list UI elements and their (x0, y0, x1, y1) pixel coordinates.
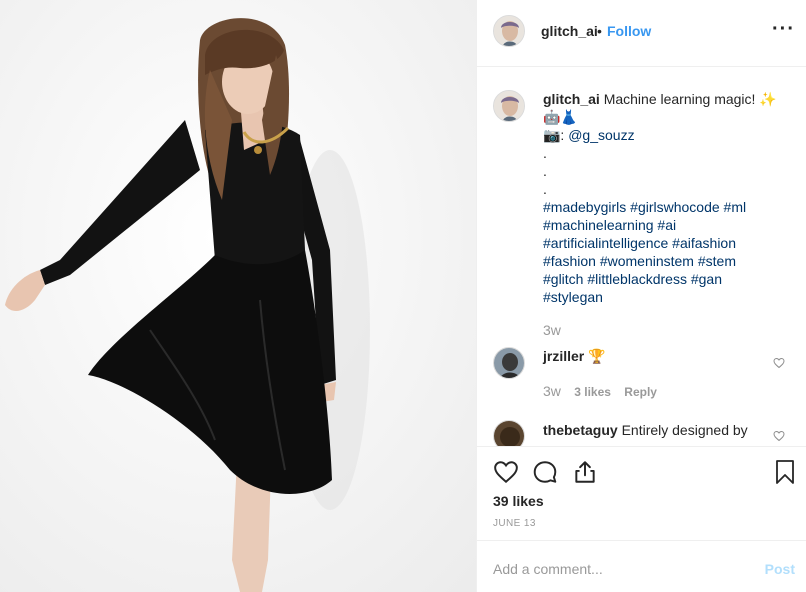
comment-row: jrziller 🏆 (543, 348, 606, 365)
caption-text: Machine learning magic! ✨ (603, 91, 777, 107)
hashtag-line[interactable]: #artificialintelligence #aifashion (543, 234, 793, 252)
hashtag-line[interactable]: #fashion #womeninstem #stem (543, 252, 793, 270)
add-comment-input[interactable]: Add a comment... (493, 561, 603, 577)
caption-time[interactable]: 3w (543, 322, 561, 338)
comment-like-heart-icon[interactable] (773, 357, 785, 369)
follow-button[interactable]: Follow (607, 23, 651, 39)
post-actions: 39 likes JUNE 13 (477, 446, 806, 540)
photo-credit-handle[interactable]: @g_souzz (568, 127, 634, 143)
avatar-photo-icon (494, 421, 524, 446)
author-avatar[interactable] (493, 15, 525, 47)
avatar-photo-icon (494, 348, 524, 378)
share-icon[interactable] (572, 459, 598, 485)
likes-count[interactable]: 39 likes (493, 493, 544, 509)
comment-text: 🏆 (588, 348, 606, 364)
heart-icon[interactable] (493, 459, 519, 485)
caption-emoji-line: 🤖👗 (543, 109, 578, 125)
comment-username[interactable]: thebetaguy (543, 422, 618, 438)
comment-reply-button[interactable]: Reply (624, 385, 657, 399)
comment-icon[interactable] (532, 459, 558, 485)
model-in-black-dress-image (0, 0, 476, 592)
hashtag-line[interactable]: #madebygirls #girlswhocode #ml (543, 198, 793, 216)
hashtag-line[interactable]: #glitch #littleblackdress #gan (543, 270, 793, 288)
commenter-avatar[interactable] (493, 347, 525, 379)
post-details-panel: glitch_ai • Follow ··· glitch_ai Machine… (476, 0, 806, 592)
caption-username[interactable]: glitch_ai (543, 91, 600, 107)
caption-author-avatar[interactable] (493, 90, 525, 122)
comment-row: thebetaguy Entirely designed by (543, 422, 748, 438)
hashtag-line[interactable]: #stylegan (543, 288, 793, 306)
post-photo[interactable] (0, 0, 476, 592)
post-header: glitch_ai • Follow ··· (477, 0, 806, 67)
post-date[interactable]: JUNE 13 (493, 518, 536, 529)
avatar-portrait-icon (494, 91, 524, 121)
caption-dot: . (543, 181, 547, 197)
comment-like-heart-icon[interactable] (773, 430, 785, 442)
more-options-icon[interactable]: ··· (772, 18, 795, 41)
comment-likes-count[interactable]: 3 likes (574, 385, 611, 399)
comments-list[interactable]: glitch_ai Machine learning magic! ✨ 🤖👗 📷… (477, 68, 806, 446)
comment-text: Entirely designed by (621, 422, 748, 438)
author-username[interactable]: glitch_ai (541, 23, 598, 39)
add-comment-bar: Add a comment... Post (477, 540, 806, 592)
avatar-portrait-icon (494, 16, 524, 46)
separator-dot: • (597, 23, 602, 39)
caption-dot: . (543, 145, 547, 161)
comment-time[interactable]: 3w (543, 383, 561, 399)
post-caption: glitch_ai Machine learning magic! ✨ 🤖👗 📷… (543, 90, 793, 306)
comment-username[interactable]: jrziller (543, 348, 584, 364)
comment-meta: 3w 3 likes Reply (543, 383, 667, 399)
caption-dot: . (543, 163, 547, 179)
photo-credit-prefix: 📷: (543, 127, 569, 143)
bookmark-icon[interactable] (773, 459, 797, 485)
commenter-avatar[interactable] (493, 420, 525, 446)
hashtag-line[interactable]: #machinelearning #ai (543, 216, 793, 234)
post-comment-button[interactable]: Post (765, 561, 795, 577)
